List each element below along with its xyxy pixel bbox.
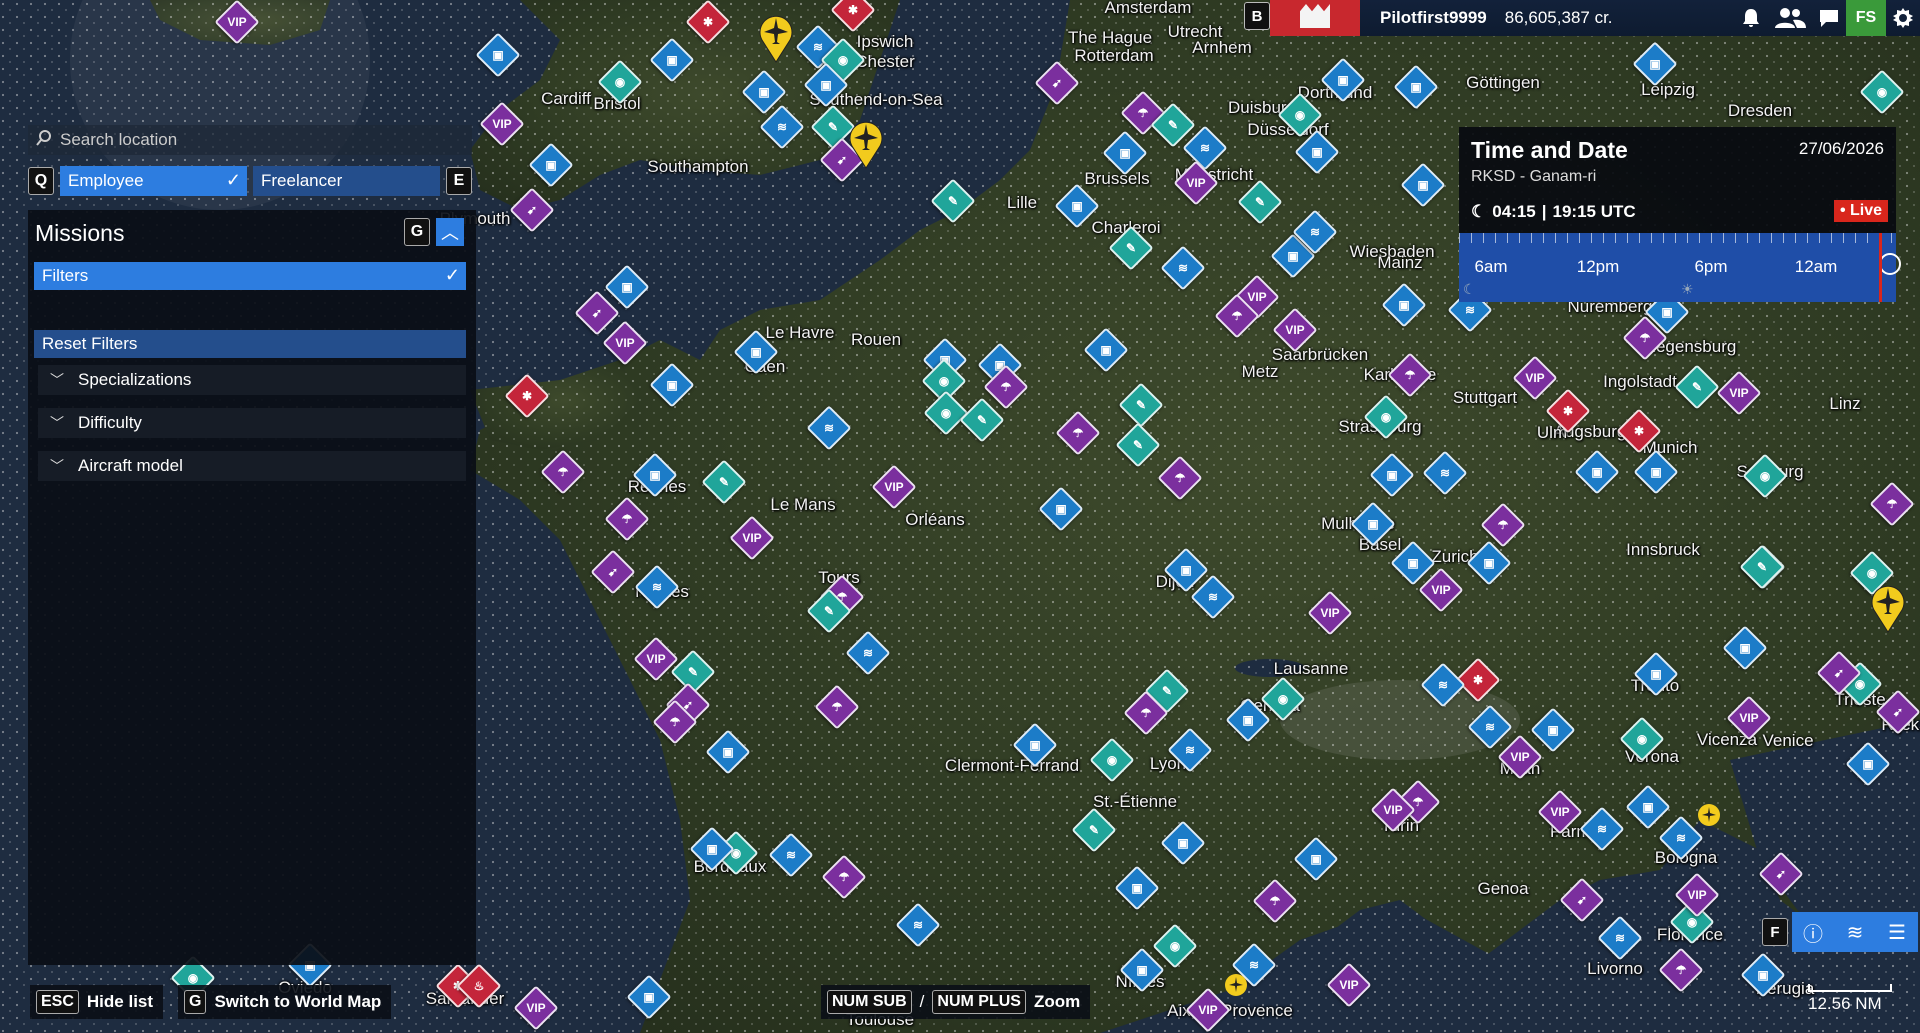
airport-location: RKSD - Ganam-ri xyxy=(1471,168,1597,185)
world-map-hint[interactable]: G Switch to World Map xyxy=(178,985,392,1019)
aircraft-marker-icon[interactable] xyxy=(756,12,796,64)
store-label: FS xyxy=(1855,9,1877,26)
filters-toggle[interactable]: Filters ✓ xyxy=(34,262,466,290)
local-time: 04:15 xyxy=(1492,202,1536,221)
key-hint-num-plus: NUM PLUS xyxy=(932,990,1026,1014)
search-input[interactable] xyxy=(58,129,442,151)
bell-icon[interactable] xyxy=(1734,0,1768,36)
key-hint-g: G xyxy=(184,990,207,1014)
key-hint-f[interactable]: F xyxy=(1762,918,1788,946)
map-scale: 12.56 NM xyxy=(1808,984,1892,1014)
freelancer-tab[interactable]: Freelancer xyxy=(253,166,440,196)
time-separator: | xyxy=(1541,202,1547,221)
gear-icon[interactable] xyxy=(1886,0,1920,36)
chevron-down-icon: ﹀ xyxy=(50,372,64,388)
live-label: Live xyxy=(1849,202,1882,219)
accordion-specializations[interactable]: ﹀ Specializations xyxy=(38,365,466,395)
username: Pilotfirst9999 xyxy=(1380,8,1487,27)
check-icon: ✓ xyxy=(444,265,460,285)
utc-time: 19:15 UTC xyxy=(1552,202,1636,221)
tick-label: 12am xyxy=(1794,257,1838,276)
reset-filters-button[interactable]: Reset Filters xyxy=(34,330,466,358)
time-and-date-panel: Time and Date 27/06/2026 RKSD - Ganam-ri… xyxy=(1459,127,1901,302)
collapse-button[interactable]: ︿ xyxy=(436,218,464,246)
employee-tab[interactable]: Employee ✓ xyxy=(60,166,247,196)
missions-panel: Missions G ︿ Filters ✓ Reset Filters ﹀ S… xyxy=(28,210,476,965)
panel-title: Missions xyxy=(35,220,125,246)
filters-label: Filters xyxy=(42,266,89,285)
hide-list-hint[interactable]: ESC Hide list xyxy=(30,985,164,1019)
aircraft-marker-icon[interactable] xyxy=(1868,582,1908,634)
reset-time-icon[interactable] xyxy=(1879,253,1901,275)
moon-icon: ☾ xyxy=(1463,281,1476,297)
tick-label: 12pm xyxy=(1576,257,1620,276)
date-label: 27/06/2026 xyxy=(1798,139,1884,158)
airport-marker-icon[interactable] xyxy=(1697,803,1721,827)
tick-label: 6pm xyxy=(1694,257,1728,276)
key-hint-e[interactable]: E xyxy=(446,167,472,195)
reset-filters-label: Reset Filters xyxy=(42,334,138,353)
chevron-down-icon: ﹀ xyxy=(50,458,64,474)
tick-label: 6am xyxy=(1474,257,1508,276)
avatar[interactable] xyxy=(1270,0,1360,36)
world-map-label: Switch to World Map xyxy=(214,992,382,1011)
key-hint-num-sub: NUM SUB xyxy=(827,990,912,1014)
time-panel-title: Time and Date xyxy=(1471,137,1628,163)
chevron-up-icon: ︿ xyxy=(441,223,459,243)
scale-bar xyxy=(1808,984,1892,992)
hide-list-label: Hide list xyxy=(86,992,154,1011)
key-hint-q[interactable]: Q xyxy=(28,167,54,195)
chat-icon[interactable] xyxy=(1812,0,1846,36)
accordion-label: Difficulty xyxy=(78,413,142,432)
key-hint-b[interactable]: B xyxy=(1244,2,1270,30)
current-time-marker xyxy=(1879,233,1882,302)
map-controls: F ⓘ ≋ ☰ xyxy=(1762,912,1918,952)
top-bar: B Pilotfirst9999 86,605,387 cr. FS xyxy=(1244,0,1920,36)
freelancer-label: Freelancer xyxy=(261,171,343,190)
time-slider[interactable]: 6am 12pm 6pm 12am ☾ ☀ xyxy=(1459,233,1901,302)
employee-label: Employee xyxy=(68,171,144,190)
accordion-label: Specializations xyxy=(78,370,192,389)
friends-icon[interactable] xyxy=(1768,0,1812,36)
filter-settings-icon[interactable]: ☰ xyxy=(1876,912,1918,952)
zoom-hint[interactable]: NUM SUB / NUM PLUS Zoom xyxy=(821,985,1091,1019)
store-icon[interactable]: FS xyxy=(1846,0,1886,36)
zoom-label: Zoom xyxy=(1033,992,1081,1011)
mode-selector: Q Employee ✓ Freelancer E xyxy=(28,165,472,197)
time-ticks xyxy=(1459,233,1896,243)
scale-label: 12.56 NM xyxy=(1808,994,1882,1013)
credits-balance: 86,605,387 cr. xyxy=(1504,8,1613,27)
moon-icon: ☾ xyxy=(1471,202,1487,221)
info-icon[interactable]: ⓘ xyxy=(1792,912,1834,952)
airport-marker-icon[interactable] xyxy=(1224,973,1248,997)
check-icon: ✓ xyxy=(225,170,241,190)
accordion-difficulty[interactable]: ﹀ Difficulty xyxy=(38,408,466,438)
sun-icon: ☀ xyxy=(1681,281,1694,297)
layers-icon[interactable]: ≋ xyxy=(1834,912,1876,952)
chevron-down-icon: ﹀ xyxy=(50,415,64,431)
search-bar[interactable] xyxy=(28,125,472,155)
zoom-separator: / xyxy=(919,992,925,1011)
time-readout: ☾ 04:15 | 19:15 UTC xyxy=(1471,202,1636,222)
search-icon xyxy=(36,129,52,151)
aircraft-marker-icon[interactable] xyxy=(846,118,886,170)
key-hint-esc: ESC xyxy=(36,990,79,1014)
accordion-label: Aircraft model xyxy=(78,456,183,475)
key-hint-g[interactable]: G xyxy=(404,218,430,246)
live-badge[interactable]: • Live xyxy=(1833,200,1888,222)
accordion-aircraft-model[interactable]: ﹀ Aircraft model xyxy=(38,451,466,481)
